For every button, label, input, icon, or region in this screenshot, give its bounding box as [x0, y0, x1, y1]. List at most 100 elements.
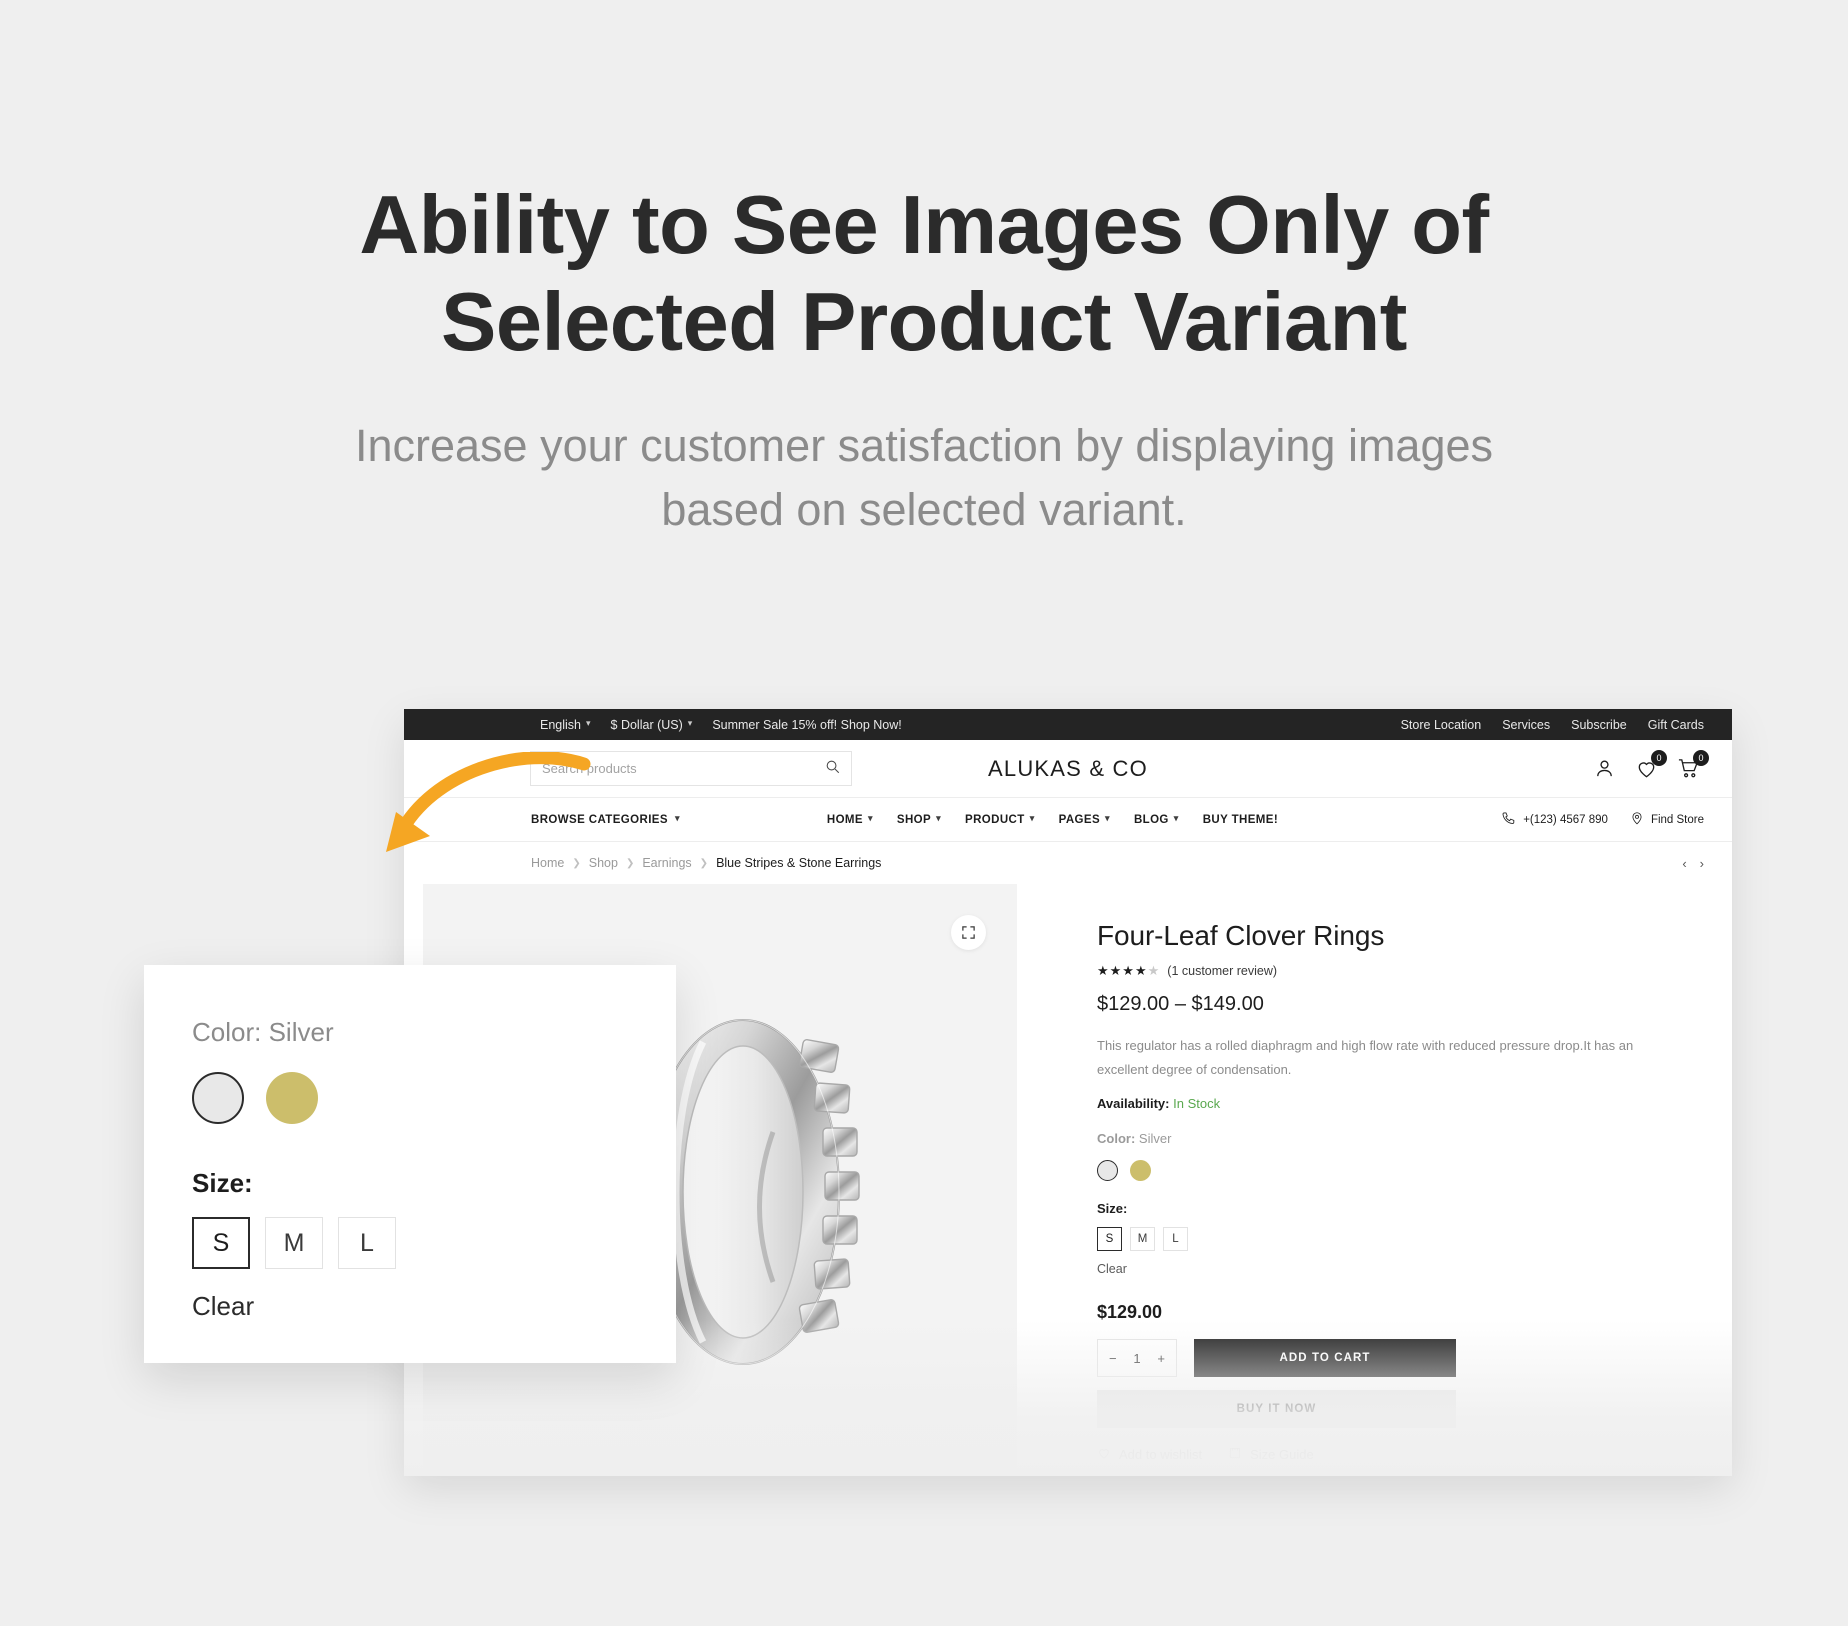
site-header: ALUKAS & CO 0 0 [404, 740, 1732, 798]
size-guide-label: Size Guide [1250, 1447, 1314, 1463]
currency-label: $ Dollar (US) [610, 717, 683, 732]
topbar-left-group: English ▾ $ Dollar (US) ▾ Summer Sale 15… [540, 718, 902, 732]
breadcrumb-item-earnings[interactable]: Earnings [642, 856, 691, 870]
chevron-down-icon: ▾ [867, 813, 873, 823]
cart-icon[interactable]: 0 [1677, 750, 1709, 780]
chevron-down-icon: ▾ [687, 718, 693, 728]
size-option-l[interactable]: L [1163, 1227, 1188, 1252]
availability-row: Availability: In Stock [1097, 1096, 1657, 1111]
purchase-row: − 1 + ADD TO CART [1097, 1339, 1657, 1378]
breadcrumb-item-shop[interactable]: Shop [589, 856, 618, 870]
main-navigation: BROWSE CATEGORIES ▾ HOME ▾ SHOP ▾ PRODUC… [404, 798, 1732, 842]
review-count-label[interactable]: (1 customer review) [1167, 964, 1277, 978]
topbar-link-subscribe[interactable]: Subscribe [1571, 718, 1627, 732]
chevron-down-icon: ▾ [1029, 813, 1035, 823]
variant-color-value-text: Silver [268, 1017, 334, 1047]
star-rating-icon[interactable]: ★★★★★ [1097, 963, 1160, 979]
size-attribute-label: Size: [1097, 1201, 1128, 1217]
nav-item-label: PRODUCT [965, 813, 1025, 826]
nav-item-label: HOME [826, 813, 863, 826]
topbar-link-store-location[interactable]: Store Location [1401, 718, 1482, 732]
site-logo[interactable]: ALUKAS & CO [938, 756, 1198, 782]
variant-card-color-label: Color: Silver [192, 1017, 676, 1048]
promo-page: Ability to See Images Only of Selected P… [0, 0, 1848, 1626]
variant-size-group: S M L [192, 1217, 676, 1269]
variant-color-label-text: Color: [192, 1017, 262, 1047]
variant-clear-link[interactable]: Clear [192, 1291, 676, 1322]
variant-card-size-label: Size: [192, 1168, 253, 1198]
nav-item-shop[interactable]: SHOP ▾ [897, 813, 942, 826]
product-title: Four-Leaf Clover Rings [1097, 920, 1385, 951]
status-badge: In Stock [1173, 1096, 1221, 1112]
expand-image-icon[interactable] [951, 915, 986, 950]
nav-item-pages[interactable]: PAGES ▾ [1058, 813, 1110, 826]
next-product-icon[interactable]: › [1700, 856, 1704, 871]
chevron-down-icon: ▾ [936, 813, 942, 823]
promo-header: Ability to See Images Only of Selected P… [0, 0, 1848, 542]
nav-item-buy-theme[interactable]: BUY THEME! [1203, 814, 1278, 826]
color-swatch-gold[interactable] [1130, 1160, 1151, 1182]
size-option-m[interactable]: M [1130, 1227, 1155, 1252]
variant-size-option-l[interactable]: L [338, 1217, 396, 1269]
size-guide-button[interactable]: Size Guide [1228, 1446, 1314, 1463]
clear-variants-link[interactable]: Clear [1097, 1262, 1657, 1276]
add-to-wishlist-button[interactable]: Add to wishlist [1097, 1446, 1202, 1463]
size-option-s[interactable]: S [1097, 1227, 1122, 1252]
secondary-actions: Add to wishlist Size Guide [1097, 1446, 1657, 1463]
ruler-icon [1228, 1446, 1242, 1463]
header-icon-group: 0 0 [1593, 750, 1709, 780]
find-store-label: Find Store [1650, 813, 1704, 826]
orange-arrow-icon [386, 752, 591, 852]
nav-items: HOME ▾ SHOP ▾ PRODUCT ▾ PAGES ▾ BLOG ▾ B… [826, 813, 1278, 826]
quantity-decrease-button[interactable]: − [1109, 1351, 1117, 1366]
variant-size-option-m[interactable]: M [265, 1217, 323, 1269]
nav-contact-group: +(123) 4567 890 Find Store [1501, 811, 1704, 829]
product-pager: ‹ › [1682, 856, 1704, 871]
color-value-text: Silver [1138, 1131, 1172, 1147]
color-swatch-silver[interactable] [1097, 1160, 1118, 1182]
color-label-text: Color: [1097, 1131, 1136, 1147]
nav-item-label: BUY THEME! [1202, 813, 1279, 826]
chevron-down-icon: ▾ [586, 718, 591, 728]
variant-color-swatch-gold[interactable] [266, 1072, 318, 1124]
nav-item-home[interactable]: HOME ▾ [826, 813, 873, 826]
wishlist-icon[interactable]: 0 [1635, 750, 1667, 780]
phone-icon [1501, 811, 1516, 829]
product-price-range: $129.00 – $149.00 [1097, 993, 1264, 1015]
add-to-cart-button[interactable]: ADD TO CART [1194, 1339, 1456, 1378]
account-icon[interactable] [1593, 757, 1616, 780]
breadcrumb: Home ❯ Shop ❯ Earnings ❯ Blue Stripes & … [404, 842, 1732, 884]
prev-product-icon[interactable]: ‹ [1682, 856, 1686, 871]
phone-link[interactable]: +(123) 4567 890 [1501, 811, 1608, 829]
language-selector[interactable]: English ▾ [540, 718, 591, 732]
topbar-links: Store Location Services Subscribe Gift C… [1401, 718, 1704, 732]
size-option-group: S M L [1097, 1227, 1657, 1252]
add-to-wishlist-label: Add to wishlist [1119, 1447, 1203, 1463]
announcement-text[interactable]: Summer Sale 15% off! Shop Now! [712, 718, 901, 732]
variant-size-option-s[interactable]: S [192, 1217, 250, 1269]
currency-selector[interactable]: $ Dollar (US) ▾ [611, 718, 693, 732]
wishlist-count-badge: 0 [1651, 750, 1667, 766]
find-store-link[interactable]: Find Store [1630, 811, 1704, 828]
variant-color-swatch-silver[interactable] [192, 1072, 244, 1124]
quantity-increase-button[interactable]: + [1157, 1351, 1165, 1366]
quantity-value[interactable]: 1 [1133, 1351, 1140, 1366]
topbar-link-gift-cards[interactable]: Gift Cards [1648, 718, 1704, 732]
product-details: Four-Leaf Clover Rings ★★★★★ (1 customer… [1017, 884, 1657, 1475]
search-icon[interactable] [825, 759, 840, 779]
color-attribute-label: Color: Silver [1097, 1131, 1657, 1146]
chevron-down-icon: ▾ [1173, 813, 1179, 823]
nav-item-product[interactable]: PRODUCT ▾ [965, 813, 1035, 826]
quantity-stepper[interactable]: − 1 + [1097, 1339, 1177, 1378]
topbar-link-services[interactable]: Services [1502, 718, 1550, 732]
nav-item-label: BLOG [1133, 813, 1169, 826]
selected-variant-price: $129.00 [1097, 1302, 1163, 1323]
nav-item-label: PAGES [1058, 813, 1101, 826]
availability-label: Availability: [1097, 1096, 1170, 1112]
nav-item-blog[interactable]: BLOG ▾ [1133, 813, 1179, 826]
chevron-down-icon: ▾ [674, 813, 680, 823]
breadcrumb-separator: ❯ [625, 857, 635, 869]
breadcrumb-current: Blue Stripes & Stone Earrings [716, 856, 882, 870]
buy-it-now-button[interactable]: BUY IT NOW [1097, 1390, 1456, 1429]
variant-selector-card: Color: Silver Size: S M L Clear [144, 965, 676, 1363]
